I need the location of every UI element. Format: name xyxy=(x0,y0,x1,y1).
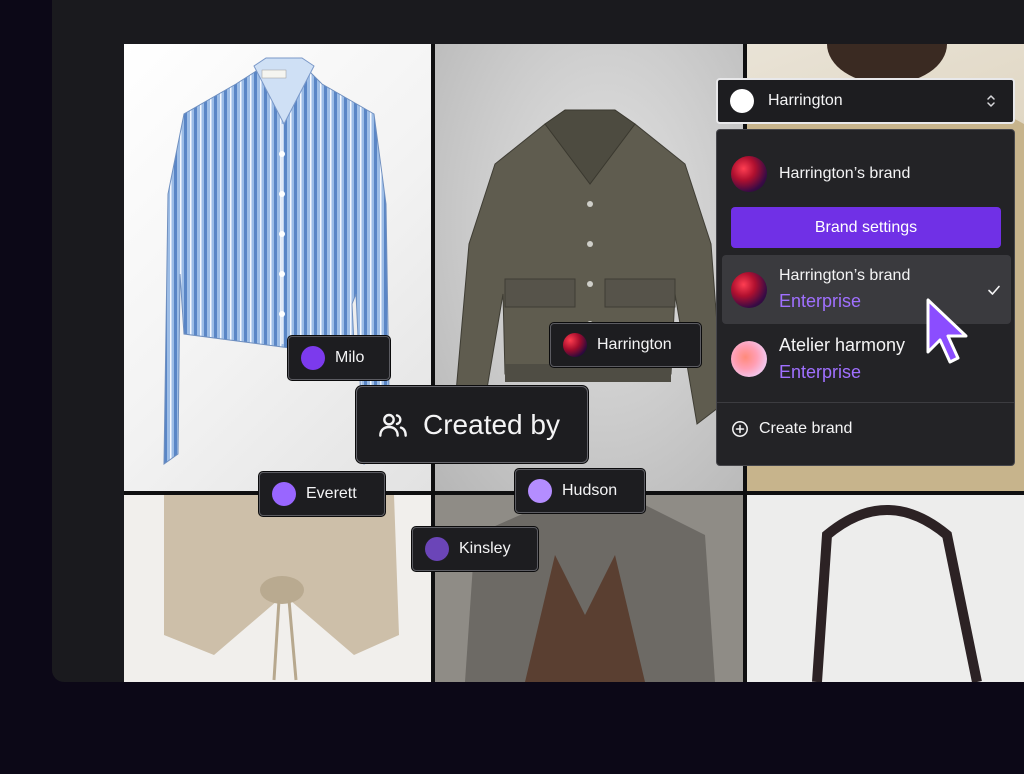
brand-selector[interactable]: Harrington xyxy=(716,78,1015,124)
brand-avatar xyxy=(731,156,767,192)
creator-avatar-dot xyxy=(272,482,296,506)
asset-tile-black-bag[interactable] xyxy=(747,495,1024,682)
black-bag-image xyxy=(812,505,982,682)
brand-selector-label: Harrington xyxy=(768,92,843,109)
creator-chip-hudson[interactable]: Hudson xyxy=(515,469,645,513)
created-by-filter[interactable]: Created by xyxy=(356,386,588,463)
brand-settings-button[interactable]: Brand settings xyxy=(731,207,1001,248)
users-icon xyxy=(379,413,407,437)
mouse-pointer-icon xyxy=(926,298,968,364)
brand-option-name: Harrington’s brand xyxy=(779,267,911,284)
creator-name: Everett xyxy=(306,485,357,502)
current-brand-name: Harrington’s brand xyxy=(779,165,911,182)
asset-tile-beige-top[interactable] xyxy=(124,495,431,682)
creator-chip-milo[interactable]: Milo xyxy=(288,336,390,380)
checkmark-icon xyxy=(988,285,1000,295)
creator-name: Harrington xyxy=(597,336,672,353)
beige-top-image xyxy=(164,495,399,681)
dropdown-current-brand: Harrington’s brand xyxy=(731,156,910,192)
chevron-up-down-icon xyxy=(987,95,995,107)
brand-avatar xyxy=(563,333,587,357)
creator-name: Hudson xyxy=(562,482,618,499)
brand-avatar xyxy=(731,271,767,308)
brand-selector-dot xyxy=(730,89,754,113)
creator-avatar-dot xyxy=(528,479,552,503)
creator-chip-everett[interactable]: Everett xyxy=(259,472,385,516)
creator-avatar-dot xyxy=(301,346,325,370)
creator-name: Milo xyxy=(335,349,365,366)
dropdown-divider xyxy=(717,402,1014,403)
asset-tile-brown-apron[interactable] xyxy=(435,495,743,682)
brown-apron-image xyxy=(435,495,743,682)
creator-avatar-dot xyxy=(425,537,449,561)
brand-avatar xyxy=(731,340,767,377)
created-by-label: Created by xyxy=(423,408,560,440)
create-brand-label: Create brand xyxy=(759,420,853,437)
creator-name: Kinsley xyxy=(459,540,511,557)
create-brand-button[interactable]: Create brand xyxy=(731,420,852,438)
creator-chip-harrington[interactable]: Harrington xyxy=(550,323,701,367)
plus-circle-icon xyxy=(732,421,748,437)
creator-chip-kinsley[interactable]: Kinsley xyxy=(412,527,538,571)
